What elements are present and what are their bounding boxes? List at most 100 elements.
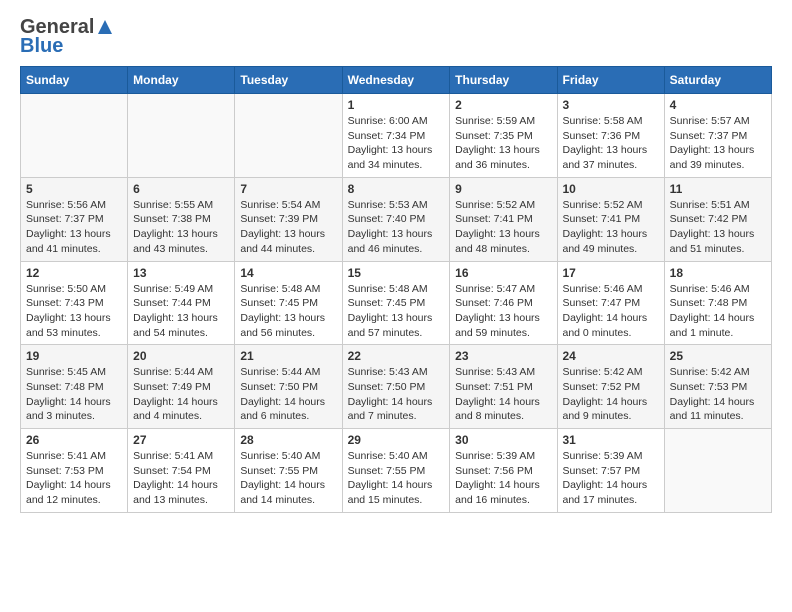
day-number: 21 xyxy=(240,349,336,363)
day-of-week-header: Saturday xyxy=(664,67,771,94)
calendar-cell: 17Sunrise: 5:46 AM Sunset: 7:47 PM Dayli… xyxy=(557,261,664,345)
calendar-cell: 26 Sunrise: 5:41 AM Sunset: 7:53 PM Dayli… xyxy=(21,429,128,513)
day-of-week-header: Friday xyxy=(557,67,664,94)
calendar-cell: 12 Sunrise: 5:50 AM Sunset: 7:43 PM Dayli… xyxy=(21,261,128,345)
day-info: Sunrise: 5:51 AM Sunset: 7:42 PM Dayligh… xyxy=(670,198,766,257)
calendar-cell: 4 Sunrise: 5:57 AM Sunset: 7:37 PM Daylig… xyxy=(664,94,771,178)
day-info: Sunrise: 5:53 AM Sunset: 7:40 PM Dayligh… xyxy=(348,198,445,257)
day-info: Sunrise: 5:58 AM Sunset: 7:36 PM Dayligh… xyxy=(563,114,659,173)
calendar-cell: 16 Sunrise: 5:47 AM Sunset: 7:46 PM Dayli… xyxy=(450,261,557,345)
page-header: General Blue xyxy=(20,16,772,58)
day-info: Sunrise: 5:55 AM Sunset: 7:38 PM Dayligh… xyxy=(133,198,229,257)
day-info: Sunrise: 5:59 AM Sunset: 7:35 PM Dayligh… xyxy=(455,114,551,173)
calendar-cell xyxy=(235,94,342,178)
calendar-cell: 14 Sunrise: 5:48 AM Sunset: 7:45 PM Dayli… xyxy=(235,261,342,345)
calendar-cell: 9 Sunrise: 5:52 AM Sunset: 7:41 PM Daylig… xyxy=(450,177,557,261)
calendar-cell: 7 Sunrise: 5:54 AM Sunset: 7:39 PM Daylig… xyxy=(235,177,342,261)
day-number: 29 xyxy=(348,433,445,447)
day-info: Sunrise: 5:54 AM Sunset: 7:39 PM Dayligh… xyxy=(240,198,336,257)
logo-arrow-icon xyxy=(96,18,114,36)
day-info: Sunrise: 5:47 AM Sunset: 7:46 PM Dayligh… xyxy=(455,282,551,341)
day-number: 18 xyxy=(670,266,766,280)
calendar-cell xyxy=(128,94,235,178)
day-of-week-header: Monday xyxy=(128,67,235,94)
day-number: 22 xyxy=(348,349,445,363)
day-number: 25 xyxy=(670,349,766,363)
day-number: 7 xyxy=(240,182,336,196)
day-number: 19 xyxy=(26,349,122,363)
calendar-cell xyxy=(21,94,128,178)
day-info: Sunrise: 5:40 AM Sunset: 7:55 PM Dayligh… xyxy=(348,449,445,508)
day-info: Sunrise: 5:39 AM Sunset: 7:57 PM Dayligh… xyxy=(563,449,659,508)
calendar-cell: 23 Sunrise: 5:43 AM Sunset: 7:51 PM Dayli… xyxy=(450,345,557,429)
calendar-cell: 21 Sunrise: 5:44 AM Sunset: 7:50 PM Dayli… xyxy=(235,345,342,429)
day-info: Sunrise: 5:39 AM Sunset: 7:56 PM Dayligh… xyxy=(455,449,551,508)
day-number: 2 xyxy=(455,98,551,112)
calendar-cell: 19 Sunrise: 5:45 AM Sunset: 7:48 PM Dayli… xyxy=(21,345,128,429)
day-of-week-header: Wednesday xyxy=(342,67,450,94)
day-number: 15 xyxy=(348,266,445,280)
calendar-week-row: 5 Sunrise: 5:56 AM Sunset: 7:37 PM Daylig… xyxy=(21,177,772,261)
day-info: Sunrise: 5:43 AM Sunset: 7:51 PM Dayligh… xyxy=(455,365,551,424)
day-number: 14 xyxy=(240,266,336,280)
calendar-header-row: SundayMondayTuesdayWednesdayThursdayFrid… xyxy=(21,67,772,94)
day-info: Sunrise: 5:46 AM Sunset: 7:47 PM Dayligh… xyxy=(563,282,659,341)
calendar-cell: 2 Sunrise: 5:59 AM Sunset: 7:35 PM Daylig… xyxy=(450,94,557,178)
day-number: 16 xyxy=(455,266,551,280)
calendar-cell: 5 Sunrise: 5:56 AM Sunset: 7:37 PM Daylig… xyxy=(21,177,128,261)
day-info: Sunrise: 5:49 AM Sunset: 7:44 PM Dayligh… xyxy=(133,282,229,341)
day-info: Sunrise: 5:48 AM Sunset: 7:45 PM Dayligh… xyxy=(240,282,336,341)
day-of-week-header: Sunday xyxy=(21,67,128,94)
day-info: Sunrise: 5:46 AM Sunset: 7:48 PM Dayligh… xyxy=(670,282,766,341)
day-info: Sunrise: 5:45 AM Sunset: 7:48 PM Dayligh… xyxy=(26,365,122,424)
day-info: Sunrise: 5:42 AM Sunset: 7:53 PM Dayligh… xyxy=(670,365,766,424)
day-info: Sunrise: 5:50 AM Sunset: 7:43 PM Dayligh… xyxy=(26,282,122,341)
day-info: Sunrise: 6:00 AM Sunset: 7:34 PM Dayligh… xyxy=(348,114,445,173)
calendar-cell xyxy=(664,429,771,513)
day-info: Sunrise: 5:52 AM Sunset: 7:41 PM Dayligh… xyxy=(563,198,659,257)
day-number: 9 xyxy=(455,182,551,196)
calendar-week-row: 26 Sunrise: 5:41 AM Sunset: 7:53 PM Dayli… xyxy=(21,429,772,513)
calendar-cell: 8 Sunrise: 5:53 AM Sunset: 7:40 PM Daylig… xyxy=(342,177,450,261)
calendar-week-row: 19 Sunrise: 5:45 AM Sunset: 7:48 PM Dayli… xyxy=(21,345,772,429)
day-info: Sunrise: 5:56 AM Sunset: 7:37 PM Dayligh… xyxy=(26,198,122,257)
day-number: 3 xyxy=(563,98,659,112)
day-of-week-header: Tuesday xyxy=(235,67,342,94)
calendar-week-row: 1 Sunrise: 6:00 AM Sunset: 7:34 PM Daylig… xyxy=(21,94,772,178)
calendar-cell: 10 Sunrise: 5:52 AM Sunset: 7:41 PM Dayli… xyxy=(557,177,664,261)
day-number: 23 xyxy=(455,349,551,363)
day-info: Sunrise: 5:42 AM Sunset: 7:52 PM Dayligh… xyxy=(563,365,659,424)
calendar-cell: 28 Sunrise: 5:40 AM Sunset: 7:55 PM Dayli… xyxy=(235,429,342,513)
calendar-cell: 22 Sunrise: 5:43 AM Sunset: 7:50 PM Dayli… xyxy=(342,345,450,429)
day-info: Sunrise: 5:57 AM Sunset: 7:37 PM Dayligh… xyxy=(670,114,766,173)
day-info: Sunrise: 5:40 AM Sunset: 7:55 PM Dayligh… xyxy=(240,449,336,508)
day-number: 13 xyxy=(133,266,229,280)
calendar-cell: 25 Sunrise: 5:42 AM Sunset: 7:53 PM Dayli… xyxy=(664,345,771,429)
calendar-cell: 29 Sunrise: 5:40 AM Sunset: 7:55 PM Dayli… xyxy=(342,429,450,513)
day-of-week-header: Thursday xyxy=(450,67,557,94)
calendar-cell: 1 Sunrise: 6:00 AM Sunset: 7:34 PM Daylig… xyxy=(342,94,450,178)
calendar-table: SundayMondayTuesdayWednesdayThursdayFrid… xyxy=(20,66,772,513)
day-number: 26 xyxy=(26,433,122,447)
calendar-cell: 11Sunrise: 5:51 AM Sunset: 7:42 PM Dayli… xyxy=(664,177,771,261)
day-info: Sunrise: 5:41 AM Sunset: 7:54 PM Dayligh… xyxy=(133,449,229,508)
day-number: 6 xyxy=(133,182,229,196)
day-info: Sunrise: 5:43 AM Sunset: 7:50 PM Dayligh… xyxy=(348,365,445,424)
day-number: 10 xyxy=(563,182,659,196)
day-number: 5 xyxy=(26,182,122,196)
calendar-week-row: 12 Sunrise: 5:50 AM Sunset: 7:43 PM Dayli… xyxy=(21,261,772,345)
day-info: Sunrise: 5:48 AM Sunset: 7:45 PM Dayligh… xyxy=(348,282,445,341)
day-number: 20 xyxy=(133,349,229,363)
day-number: 1 xyxy=(348,98,445,112)
day-info: Sunrise: 5:52 AM Sunset: 7:41 PM Dayligh… xyxy=(455,198,551,257)
day-number: 8 xyxy=(348,182,445,196)
calendar-cell: 30Sunrise: 5:39 AM Sunset: 7:56 PM Dayli… xyxy=(450,429,557,513)
day-info: Sunrise: 5:41 AM Sunset: 7:53 PM Dayligh… xyxy=(26,449,122,508)
day-number: 28 xyxy=(240,433,336,447)
day-info: Sunrise: 5:44 AM Sunset: 7:50 PM Dayligh… xyxy=(240,365,336,424)
calendar-cell: 20Sunrise: 5:44 AM Sunset: 7:49 PM Dayli… xyxy=(128,345,235,429)
day-number: 4 xyxy=(670,98,766,112)
calendar-cell: 31Sunrise: 5:39 AM Sunset: 7:57 PM Dayli… xyxy=(557,429,664,513)
calendar-cell: 24Sunrise: 5:42 AM Sunset: 7:52 PM Dayli… xyxy=(557,345,664,429)
day-number: 12 xyxy=(26,266,122,280)
